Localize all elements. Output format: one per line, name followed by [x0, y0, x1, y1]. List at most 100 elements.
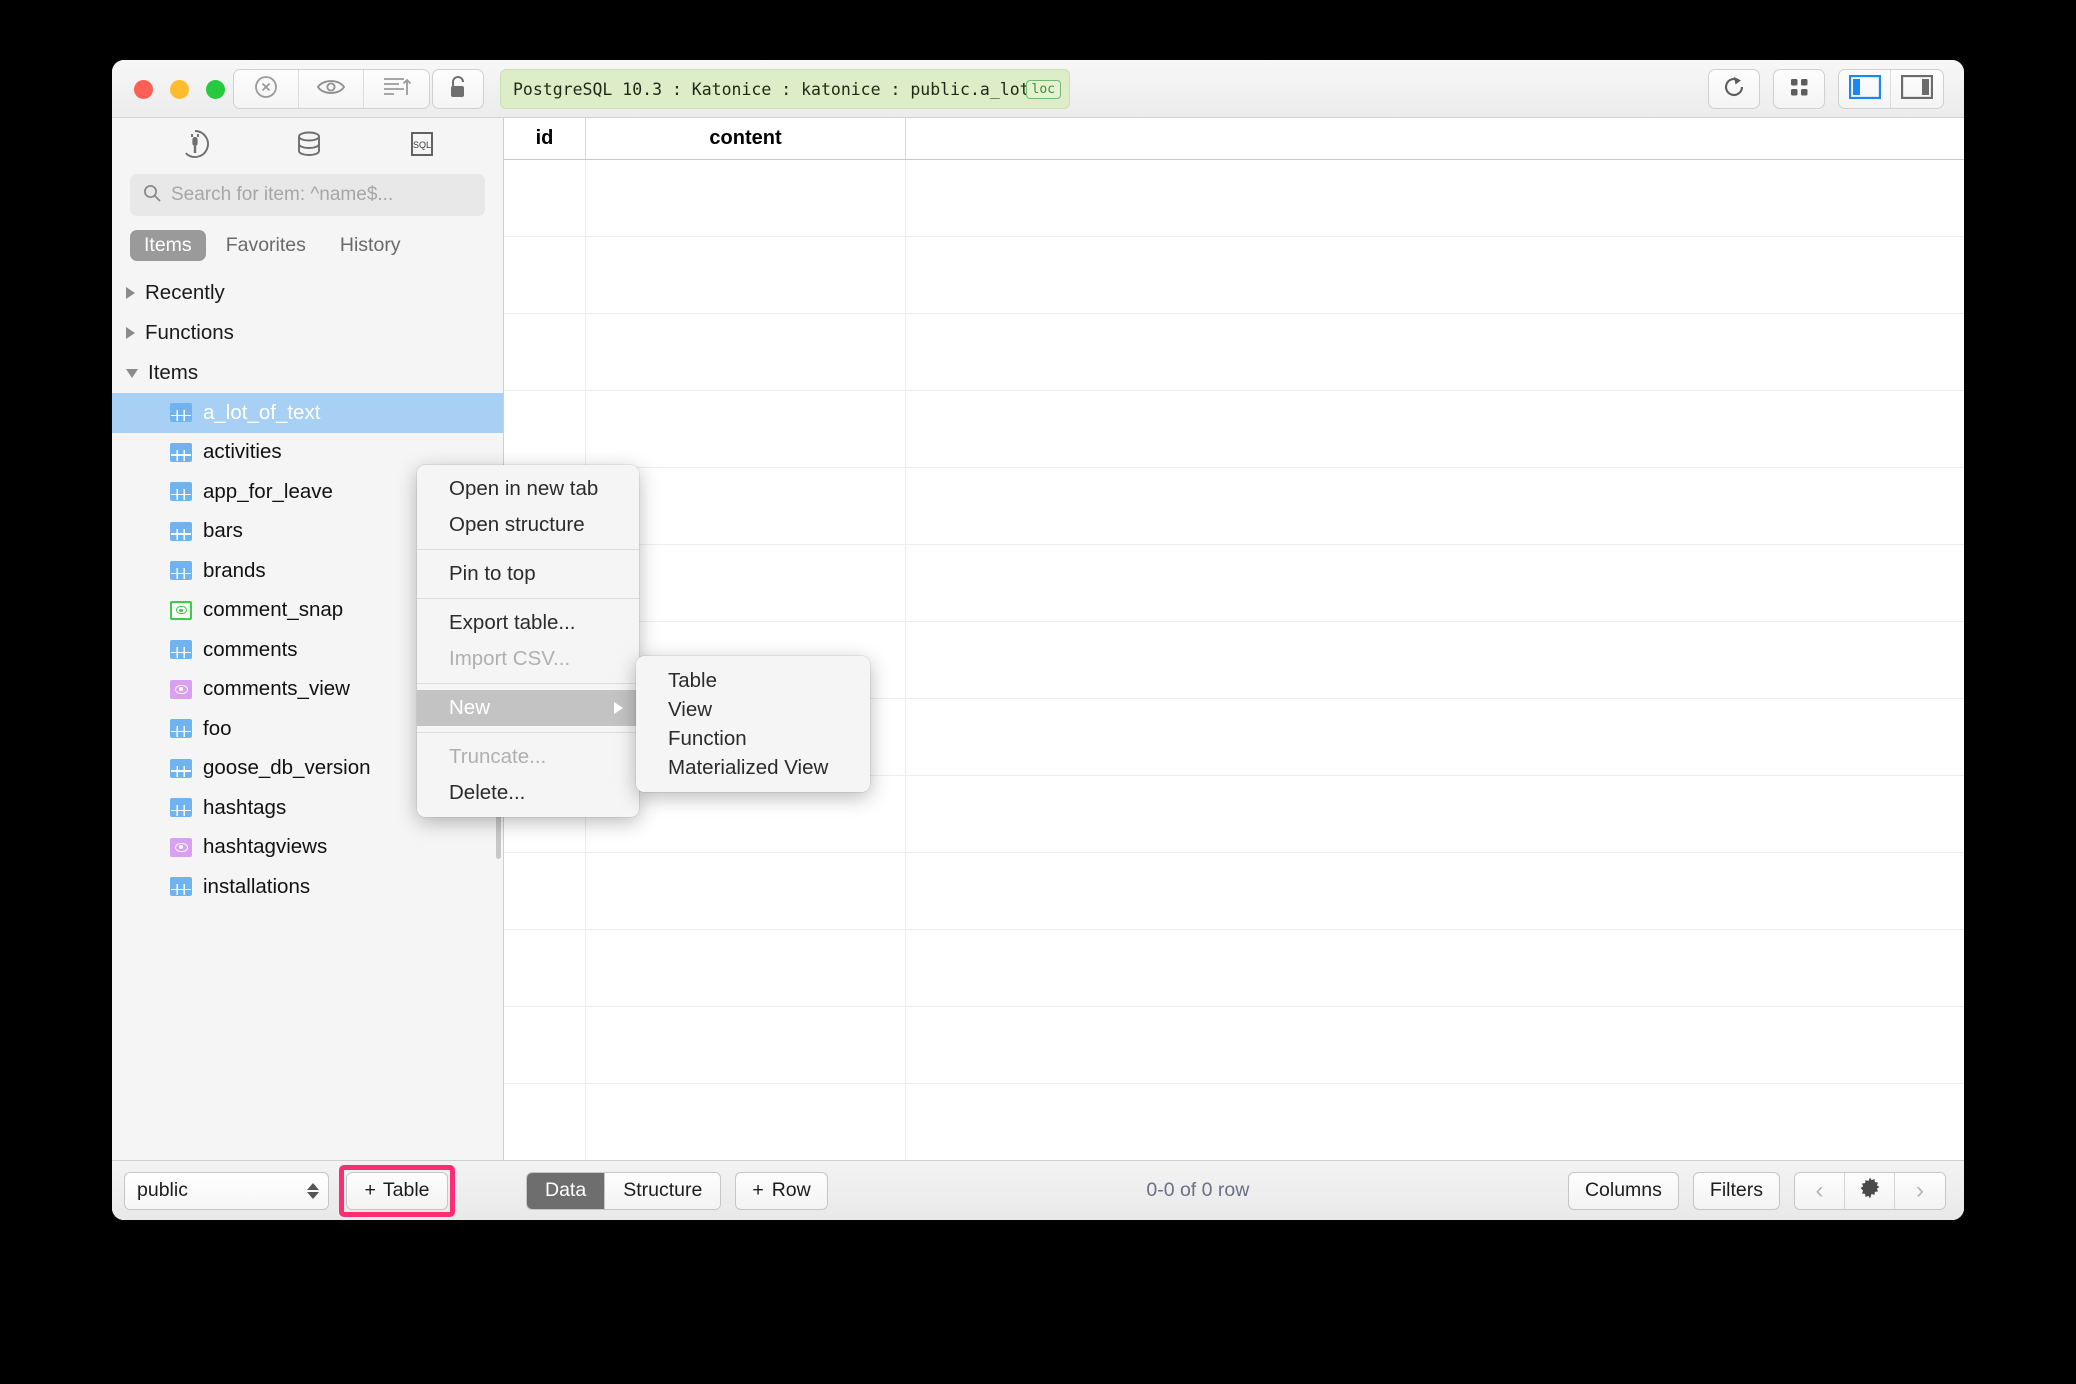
maximize-window-button[interactable] [206, 80, 225, 99]
list-item-label: bars [203, 519, 243, 543]
menu-item-truncate: Truncate... [449, 745, 547, 768]
sort-button[interactable] [364, 70, 429, 108]
search-input[interactable]: Search for item: ^name$... [130, 174, 485, 216]
eye-icon [316, 76, 346, 103]
list-item[interactable]: hashtagviews [112, 828, 503, 868]
table-row[interactable] [504, 391, 1964, 468]
list-item[interactable]: installations [112, 867, 503, 907]
table-icon [170, 640, 192, 660]
table-row[interactable] [504, 930, 1964, 1007]
menu-item-delete[interactable]: Delete... [417, 775, 639, 811]
table-row[interactable] [504, 1084, 1964, 1161]
submenu-item-materialized-view[interactable]: Materialized View [636, 753, 870, 782]
refresh-button[interactable] [1708, 69, 1760, 109]
table-row[interactable] [504, 468, 1964, 545]
table-icon [170, 798, 192, 818]
close-window-button[interactable] [134, 80, 153, 99]
search-icon [142, 183, 162, 208]
schema-select[interactable]: public [124, 1171, 329, 1210]
table-row[interactable] [504, 314, 1964, 391]
chevron-right-icon [126, 327, 135, 339]
menu-item-new-label: New [449, 696, 491, 719]
tree-group-label: Recently [145, 281, 225, 304]
sidebar-search-wrap: Search for item: ^name$... [112, 174, 503, 216]
grid-view-icon [1787, 75, 1811, 104]
list-item-label: brands [203, 558, 266, 582]
column-header-id[interactable]: id [504, 118, 586, 159]
tree-group-recently[interactable]: Recently [112, 273, 503, 313]
connection-bar[interactable]: PostgreSQL 10.3 : Katonice : katonice : … [500, 69, 1070, 109]
menu-separator [417, 683, 639, 684]
sort-lines-icon [382, 75, 412, 104]
pagination-group: ‹ › [1794, 1171, 1946, 1210]
menu-item-pin-to-top[interactable]: Pin to top [417, 556, 639, 592]
tab-data[interactable]: Data [527, 1172, 606, 1209]
table-row[interactable] [504, 1007, 1964, 1084]
sql-button[interactable]: SQL [408, 129, 436, 164]
table-icon [170, 719, 192, 739]
add-row-button[interactable]: + Row [735, 1171, 828, 1210]
submenu-item-view[interactable]: View [636, 695, 870, 724]
table-icon [170, 482, 192, 502]
column-header-content[interactable]: content [586, 118, 906, 159]
tab-history[interactable]: History [326, 230, 415, 261]
menu-item-new[interactable]: New [417, 690, 639, 726]
context-menu[interactable]: Open in new tab Open structure Pin to to… [417, 465, 639, 817]
left-panel-layout-button[interactable] [1839, 70, 1891, 108]
chevron-right-icon [126, 287, 135, 299]
preview-button[interactable] [299, 70, 364, 108]
filters-button[interactable]: Filters [1692, 1171, 1780, 1210]
menu-item-open-in-new-tab[interactable]: Open in new tab [417, 471, 639, 507]
titlebar-left-toolbar [233, 69, 430, 109]
minimize-window-button[interactable] [170, 80, 189, 99]
stepper-icon [307, 1182, 319, 1199]
list-item-label: goose_db_version [203, 756, 371, 780]
new-submenu[interactable]: Table View Function Materialized View [636, 656, 870, 792]
view-icon [170, 679, 192, 699]
menu-item-import-csv: Import CSV... [449, 647, 571, 670]
add-table-highlight: + Table [339, 1164, 455, 1217]
schema-select-value: public [137, 1179, 188, 1201]
menu-item-export-table[interactable]: Export table... [417, 605, 639, 641]
grid-view-button[interactable] [1773, 69, 1825, 109]
table-row[interactable] [504, 545, 1964, 622]
table-row[interactable] [504, 237, 1964, 314]
tab-items[interactable]: Items [130, 230, 206, 261]
close-record-button[interactable] [234, 70, 299, 108]
refresh-icon [1721, 74, 1747, 105]
menu-item-open-structure[interactable]: Open structure [417, 507, 639, 543]
connection-plug-button[interactable] [179, 128, 211, 165]
table-row[interactable] [504, 160, 1964, 237]
titlebar-right-toolbar [1708, 69, 1944, 109]
view-mode-tabs: Data Structure [526, 1171, 722, 1210]
list-item[interactable]: a_lot_of_text [112, 393, 503, 433]
submenu-item-function[interactable]: Function [636, 724, 870, 753]
connection-path: PostgreSQL 10.3 : Katonice : katonice : … [513, 79, 1026, 99]
database-button[interactable] [293, 128, 325, 165]
table-row[interactable] [504, 853, 1964, 930]
columns-button[interactable]: Columns [1567, 1171, 1679, 1210]
grid-settings-button[interactable] [1845, 1172, 1895, 1209]
bottom-toolbar-right: Data Structure + Row 0-0 of 0 row Column… [504, 1171, 1964, 1210]
next-page-button[interactable]: › [1895, 1172, 1945, 1209]
add-table-button[interactable]: + Table [346, 1171, 448, 1210]
previous-page-button[interactable]: ‹ [1795, 1172, 1845, 1209]
submenu-arrow-icon [614, 702, 623, 714]
sidebar-icon-bar: SQL [112, 118, 503, 174]
circle-x-icon [253, 74, 279, 105]
list-item-label: hashtagviews [203, 835, 328, 859]
right-panel-layout-icon [1900, 74, 1934, 104]
right-panel-layout-button[interactable] [1891, 70, 1943, 108]
submenu-item-table[interactable]: Table [636, 666, 870, 695]
tree-group-items[interactable]: Items [112, 353, 503, 393]
table-icon [170, 403, 192, 423]
tab-favorites[interactable]: Favorites [212, 230, 320, 261]
tree-group-functions[interactable]: Functions [112, 313, 503, 353]
table-icon [170, 561, 192, 581]
menu-separator [417, 598, 639, 599]
lock-button[interactable] [432, 69, 484, 109]
list-item-label: hashtags [203, 795, 287, 819]
tab-structure[interactable]: Structure [605, 1172, 721, 1209]
grid-header-row: id content [504, 118, 1964, 160]
add-row-label: Row [771, 1179, 811, 1201]
